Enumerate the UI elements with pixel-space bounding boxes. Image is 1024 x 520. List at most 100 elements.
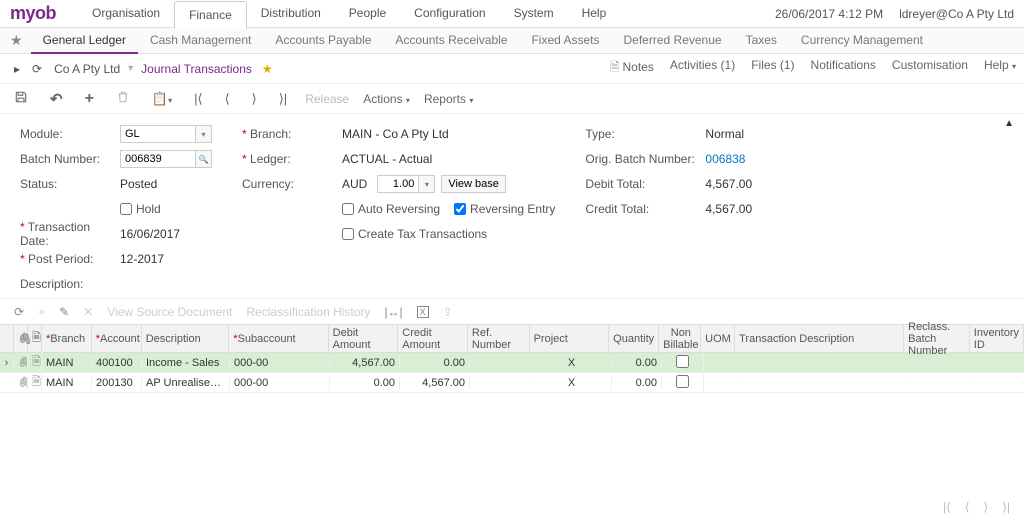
prev-icon[interactable]: ⟨ (221, 89, 234, 109)
grid-header: 🖇 🗎 Branch Account Description Subaccoun… (0, 325, 1024, 353)
auto-reversing-checkbox[interactable]: Auto Reversing (342, 202, 440, 216)
origbatch-link[interactable]: 006838 (705, 152, 745, 166)
notifications-link[interactable]: Notifications (811, 58, 876, 79)
nav-handle-icon[interactable]: ▸ (8, 62, 26, 76)
ledger-value: ACTUAL - Actual (342, 152, 432, 166)
grid-add-icon[interactable]: + (38, 305, 45, 319)
col-project[interactable]: Project (530, 325, 610, 352)
col-caret (0, 325, 14, 352)
top-menu-system[interactable]: System (500, 0, 568, 28)
module-label: Module: (20, 127, 120, 141)
col-description[interactable]: Description (142, 325, 230, 352)
view-source-button[interactable]: View Source Document (107, 305, 232, 319)
ledger-label: Ledger: (242, 152, 342, 166)
col-ref[interactable]: Ref. Number (468, 325, 530, 352)
col-subaccount[interactable]: Subaccount (229, 325, 328, 352)
pager-last-icon[interactable]: ⟩| (1002, 500, 1010, 514)
form-area: ▲ Module: ▾ Batch Number: 🔍 Status: Post… (0, 114, 1024, 298)
subnav-taxes[interactable]: Taxes (734, 28, 789, 54)
subnav-cash-management[interactable]: Cash Management (138, 28, 263, 54)
batch-label: Batch Number: (20, 152, 120, 166)
brand-logo: myob (10, 3, 56, 24)
user-label[interactable]: ldreyer@Co A Pty Ltd (899, 7, 1014, 21)
refresh-icon[interactable]: ⟳ (26, 62, 48, 76)
subnav-currency-management[interactable]: Currency Management (789, 28, 935, 54)
activities-link[interactable]: Activities (1) (670, 58, 735, 79)
company-label[interactable]: Co A Pty Ltd (48, 62, 126, 76)
module-dropdown-icon[interactable]: ▾ (196, 125, 212, 143)
rate-dropdown-icon[interactable]: ▾ (419, 175, 435, 193)
table-row[interactable]: 🖇🗎MAIN200130AP Unrealised Gai…000-000.00… (0, 373, 1024, 393)
col-transdesc[interactable]: Transaction Description (735, 325, 904, 352)
customisation-link[interactable]: Customisation (892, 58, 968, 79)
top-menu-help[interactable]: Help (568, 0, 621, 28)
batch-search-icon[interactable]: 🔍 (196, 150, 212, 168)
top-menu-organisation[interactable]: Organisation (78, 0, 174, 28)
fit-width-icon[interactable]: |↔| (384, 305, 402, 319)
reversing-entry-checkbox[interactable]: Reversing Entry (454, 202, 555, 216)
last-icon[interactable]: ⟩| (275, 89, 291, 109)
create-tax-checkbox[interactable]: Create Tax Transactions (342, 227, 487, 241)
subnav-general-ledger[interactable]: General Ledger (31, 28, 138, 54)
grid-delete-icon[interactable]: ✕ (83, 305, 93, 319)
grid-refresh-icon[interactable]: ⟳ (14, 305, 24, 319)
upload-icon[interactable]: ⇪ (443, 305, 453, 319)
col-credit[interactable]: Credit Amount (398, 325, 468, 352)
clipboard-icon[interactable]: 📋▾ (148, 89, 176, 109)
collapse-caret-icon[interactable]: ▲ (1004, 118, 1014, 129)
col-nonbill[interactable]: Non Billable (659, 325, 701, 352)
pager-prev-icon[interactable]: ⟨ (965, 500, 970, 514)
top-menu-distribution[interactable]: Distribution (247, 0, 335, 28)
subnav-accounts-receivable[interactable]: Accounts Receivable (383, 28, 519, 54)
col-doc: 🗎 (28, 325, 42, 352)
table-row[interactable]: ›🖇🗎MAIN400100Income - Sales000-004,567.0… (0, 353, 1024, 373)
top-menu-finance[interactable]: Finance (174, 1, 247, 29)
form-col-2: Branch: MAIN - Co A Pty Ltd Ledger: ACTU… (242, 124, 555, 294)
pager-first-icon[interactable]: |⟨ (943, 500, 951, 514)
top-menu: OrganisationFinanceDistributionPeopleCon… (78, 0, 620, 28)
undo-icon[interactable]: ↶ (46, 88, 67, 110)
chevron-down-icon[interactable]: ▾ (126, 63, 135, 74)
col-inv[interactable]: Inventory ID (970, 325, 1024, 352)
col-uom[interactable]: UOM (701, 325, 735, 352)
release-button[interactable]: Release (305, 92, 349, 106)
sub-nav: ★ General LedgerCash ManagementAccounts … (0, 28, 1024, 54)
screen-title: Journal Transactions (135, 62, 258, 76)
col-qty[interactable]: Quantity (609, 325, 659, 352)
actions-menu[interactable]: Actions ▾ (363, 92, 410, 106)
favorite-star-icon[interactable]: ★ (10, 32, 23, 49)
top-menu-configuration[interactable]: Configuration (400, 0, 499, 28)
first-icon[interactable]: |⟨ (190, 89, 206, 109)
col-reclass[interactable]: Reclass. Batch Number (904, 325, 970, 352)
notes-link[interactable]: 🗎Notes (610, 58, 654, 79)
next-icon[interactable]: ⟩ (248, 89, 261, 109)
save-icon[interactable] (10, 88, 32, 109)
top-right: 26/06/2017 4:12 PM ldreyer@Co A Pty Ltd (775, 7, 1014, 21)
subnav-accounts-payable[interactable]: Accounts Payable (263, 28, 383, 54)
hold-checkbox-input[interactable] (120, 203, 132, 215)
subnav-deferred-revenue[interactable]: Deferred Revenue (612, 28, 734, 54)
favorite-gold-star-icon[interactable]: ★ (262, 62, 273, 76)
delete-icon[interactable] (112, 88, 134, 109)
hold-checkbox[interactable]: Hold (120, 202, 161, 216)
reports-menu[interactable]: Reports ▾ (424, 92, 473, 106)
col-debit[interactable]: Debit Amount (329, 325, 399, 352)
transdate-label: Transaction Date: (20, 220, 120, 248)
view-base-button[interactable]: View base (441, 175, 506, 193)
reclass-history-button[interactable]: Reclassification History (246, 305, 370, 319)
export-icon[interactable]: X (417, 306, 429, 318)
col-account[interactable]: Account (92, 325, 142, 352)
col-branch[interactable]: Branch (42, 325, 92, 352)
add-icon[interactable]: + (81, 88, 98, 110)
batch-input[interactable] (120, 150, 196, 168)
grid-edit-icon[interactable]: ✎ (59, 305, 69, 319)
files-link[interactable]: Files (1) (751, 58, 794, 79)
help-link[interactable]: Help ▾ (984, 58, 1016, 79)
top-menu-people[interactable]: People (335, 0, 400, 28)
subnav-fixed-assets[interactable]: Fixed Assets (519, 28, 611, 54)
module-input[interactable] (120, 125, 196, 143)
postperiod-value: 12-2017 (120, 252, 164, 266)
pager-next-icon[interactable]: ⟩ (984, 500, 989, 514)
datetime-label: 26/06/2017 4:12 PM (775, 7, 883, 21)
rate-input[interactable] (377, 175, 419, 193)
